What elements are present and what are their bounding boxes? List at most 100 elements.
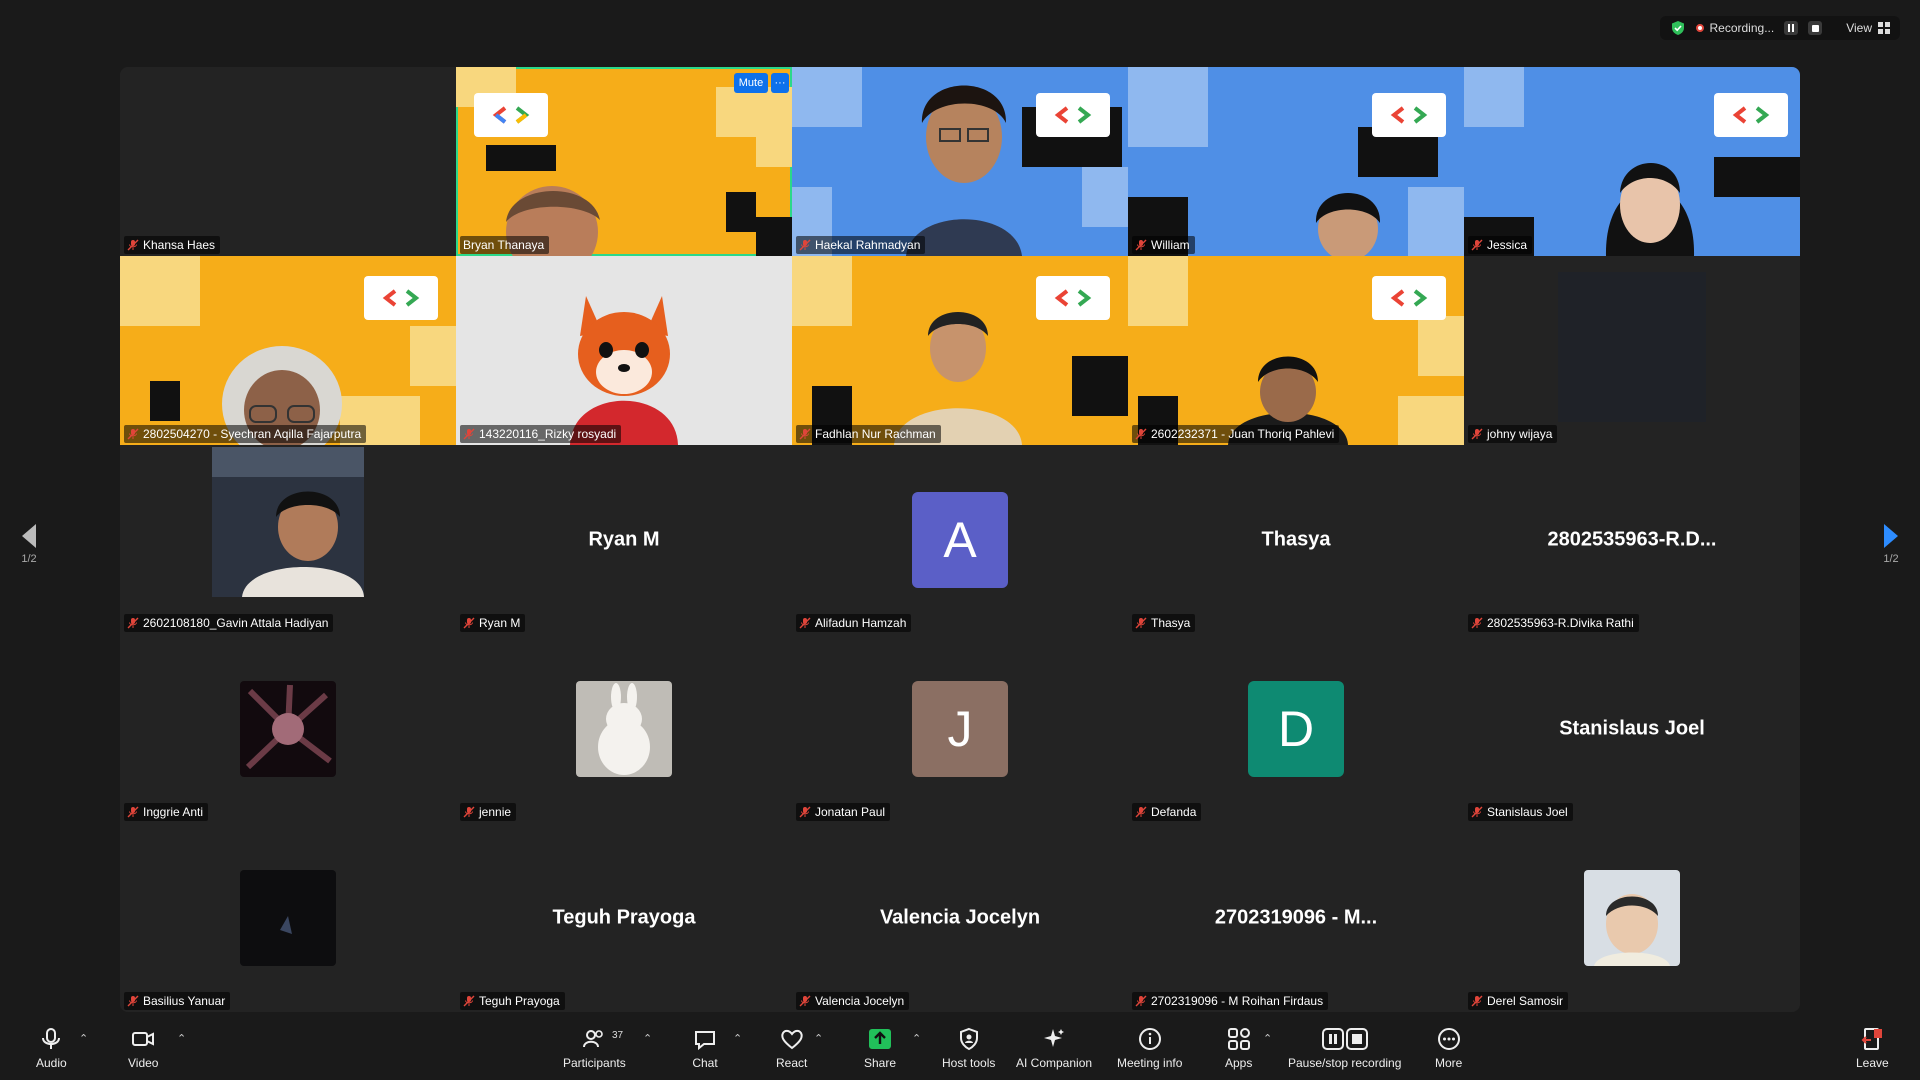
leave-door-icon bbox=[1861, 1028, 1883, 1050]
previous-page-button[interactable]: 1/2 bbox=[16, 522, 42, 565]
video-tile[interactable]: 143220116_Rizky rosyadi bbox=[456, 256, 792, 445]
video-tile[interactable]: Inggrie Anti bbox=[120, 634, 456, 823]
page-indicator-right: 1/2 bbox=[1883, 553, 1899, 565]
mic-muted-icon bbox=[1135, 428, 1147, 440]
shield-icon bbox=[959, 1027, 978, 1051]
video-tile[interactable]: Stanislaus Joel Stanislaus Joel bbox=[1464, 634, 1800, 823]
view-button[interactable]: View bbox=[1846, 21, 1890, 35]
participant-display-name: 2802535963-R.D... bbox=[1547, 528, 1717, 550]
host-tools-button[interactable]: Host tools bbox=[942, 1026, 995, 1070]
video-tile[interactable]: Valencia Jocelyn Valencia Jocelyn bbox=[792, 823, 1128, 1012]
stop-recording-button[interactable] bbox=[1808, 21, 1823, 35]
participant-name: Fadhlan Nur Rachman bbox=[815, 427, 936, 441]
video-tile[interactable]: 2802504270 - Syechran Aqilla Fajarputra bbox=[120, 256, 456, 445]
avatar-initial: J bbox=[912, 680, 1008, 777]
participant-name-tag: Defanda bbox=[1132, 803, 1202, 821]
video-tile[interactable]: Jessica bbox=[1464, 67, 1800, 256]
share-options-caret-icon[interactable]: ⌃ bbox=[912, 1032, 921, 1045]
meeting-toolbar: Audio ⌃ Video ⌃ Participants 37 ⌃ Chat ⌃… bbox=[0, 1020, 1920, 1080]
participant-name: Basilius Yanuar bbox=[143, 994, 226, 1008]
audio-options-caret-icon[interactable]: ⌃ bbox=[79, 1032, 88, 1045]
ai-companion-button[interactable]: AI Companion bbox=[1016, 1026, 1092, 1070]
video-label: Video bbox=[128, 1056, 159, 1070]
mic-muted-icon bbox=[799, 617, 811, 629]
recording-status: Recording... bbox=[1695, 21, 1775, 35]
apps-button[interactable]: Apps bbox=[1225, 1026, 1252, 1070]
video-tile[interactable]: Fadhlan Nur Rachman bbox=[792, 256, 1128, 445]
video-tile[interactable]: J Jonatan Paul bbox=[792, 634, 1128, 823]
video-tile[interactable]: A Alifadun Hamzah bbox=[792, 445, 1128, 634]
video-tile[interactable]: 2802535963-R.D... 2802535963-R.Divika Ra… bbox=[1464, 445, 1800, 634]
chevron-left-icon bbox=[22, 524, 36, 548]
share-button[interactable]: Share bbox=[864, 1026, 896, 1070]
code-brackets-icon bbox=[474, 93, 548, 137]
pause-stop-recording-button[interactable]: Pause/stop recording bbox=[1288, 1026, 1401, 1070]
code-brackets-icon bbox=[1714, 93, 1788, 137]
participant-name-tag: Thasya bbox=[1132, 614, 1196, 632]
pause-stop-icon bbox=[1321, 1028, 1368, 1050]
video-tile[interactable]: Basilius Yanuar bbox=[120, 823, 456, 1012]
participant-name-tag: Ryan M bbox=[460, 614, 526, 632]
chat-button[interactable]: Chat bbox=[692, 1026, 718, 1070]
next-page-button[interactable]: 1/2 bbox=[1878, 522, 1904, 565]
mic-muted-icon bbox=[463, 428, 475, 440]
video-tile[interactable]: Khansa Haes bbox=[120, 67, 456, 256]
video-tile[interactable]: D Defanda bbox=[1128, 634, 1464, 823]
participant-name: Alifadun Hamzah bbox=[815, 616, 907, 630]
participant-name-tag: Fadhlan Nur Rachman bbox=[796, 425, 941, 443]
participant-name: Bryan Thanaya bbox=[463, 238, 545, 252]
participant-name-tag: Bryan Thanaya bbox=[460, 236, 550, 254]
mic-muted-icon bbox=[463, 995, 475, 1007]
participants-options-caret-icon[interactable]: ⌃ bbox=[643, 1032, 652, 1045]
video-button[interactable]: Video bbox=[128, 1026, 158, 1070]
participant-name-tag: Haekal Rahmadyan bbox=[796, 236, 926, 254]
participant-display-name: Thasya bbox=[1261, 528, 1331, 550]
video-tile-active-speaker[interactable]: Mute ··· Bryan Thanaya bbox=[456, 67, 792, 256]
sparkle-icon bbox=[1044, 1029, 1065, 1047]
pause-recording-button[interactable] bbox=[1784, 21, 1799, 35]
video-tile[interactable]: Derel Samosir bbox=[1464, 823, 1800, 1012]
participant-display-name: Valencia Jocelyn bbox=[879, 906, 1041, 928]
video-options-caret-icon[interactable]: ⌃ bbox=[177, 1032, 186, 1045]
react-options-caret-icon[interactable]: ⌃ bbox=[814, 1032, 823, 1045]
video-tile[interactable]: William bbox=[1128, 67, 1464, 256]
participant-name-tag: Khansa Haes bbox=[124, 236, 221, 254]
leave-button[interactable]: Leave bbox=[1856, 1026, 1889, 1070]
recording-label: Recording... bbox=[1709, 21, 1775, 35]
react-button[interactable]: React bbox=[776, 1026, 807, 1070]
video-camera-icon bbox=[132, 1032, 155, 1046]
participant-name-tag: Teguh Prayoga bbox=[460, 992, 565, 1010]
view-label: View bbox=[1846, 21, 1872, 35]
grid-view-icon bbox=[1878, 22, 1890, 34]
participant-more-button[interactable]: ··· bbox=[771, 73, 789, 93]
video-tile[interactable]: jennie bbox=[456, 634, 792, 823]
video-tile[interactable]: Ryan M Ryan M bbox=[456, 445, 792, 634]
participant-name-tag: 2802504270 - Syechran Aqilla Fajarputra bbox=[124, 425, 367, 443]
more-button[interactable]: More bbox=[1435, 1026, 1462, 1070]
participant-name-tag: Valencia Jocelyn bbox=[796, 992, 910, 1010]
apps-options-caret-icon[interactable]: ⌃ bbox=[1263, 1032, 1272, 1045]
video-tile[interactable]: Haekal Rahmadyan bbox=[792, 67, 1128, 256]
video-tile[interactable]: 2602108180_Gavin Attala Hadiyan bbox=[120, 445, 456, 634]
video-tile[interactable]: johny wijaya bbox=[1464, 256, 1800, 445]
encryption-shield-icon[interactable] bbox=[1670, 20, 1686, 36]
mic-muted-icon bbox=[799, 806, 811, 818]
participant-name: Jessica bbox=[1487, 238, 1528, 252]
chat-options-caret-icon[interactable]: ⌃ bbox=[733, 1032, 742, 1045]
video-tile[interactable]: Teguh Prayoga Teguh Prayoga bbox=[456, 823, 792, 1012]
audio-button[interactable]: Audio bbox=[36, 1026, 67, 1070]
participant-name-tag: William bbox=[1132, 236, 1195, 254]
more-dots-icon bbox=[1437, 1028, 1460, 1050]
participant-name: Jonatan Paul bbox=[815, 805, 886, 819]
mute-participant-button[interactable]: Mute bbox=[734, 73, 768, 93]
mic-muted-icon bbox=[799, 239, 811, 251]
video-tile[interactable]: Thasya Thasya bbox=[1128, 445, 1464, 634]
dark-video-feed bbox=[1558, 272, 1706, 422]
participant-display-name: Teguh Prayoga bbox=[552, 906, 696, 928]
video-tile[interactable]: 2602232371 - Juan Thoriq Pahlevi bbox=[1128, 256, 1464, 445]
participant-video bbox=[1315, 193, 1381, 256]
code-brackets-icon bbox=[364, 276, 438, 320]
participant-name: 2602232371 - Juan Thoriq Pahlevi bbox=[1151, 427, 1335, 441]
video-tile[interactable]: 2702319096 - M... 2702319096 - M Roihan … bbox=[1128, 823, 1464, 1012]
meeting-info-button[interactable]: Meeting info bbox=[1117, 1026, 1182, 1070]
